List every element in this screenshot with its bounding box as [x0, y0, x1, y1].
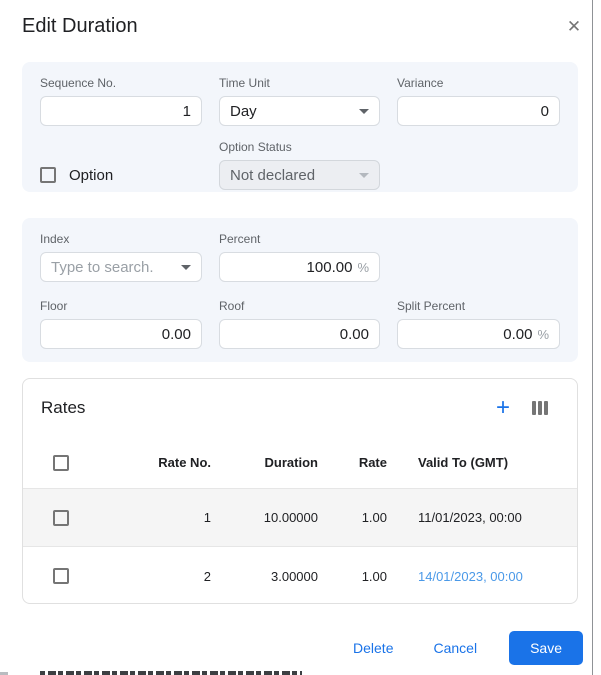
valid-to-cell: 11/01/2023, 00:00: [418, 510, 522, 525]
close-icon[interactable]: ✕: [563, 16, 585, 38]
index-label: Index: [40, 232, 70, 246]
index-search-select[interactable]: Type to search.: [40, 252, 202, 282]
variance-value: 0: [540, 102, 549, 120]
split-percent-suffix: %: [537, 326, 549, 342]
valid-to-link[interactable]: 14/01/2023, 00:00: [387, 569, 559, 584]
option-field-group: Option: [40, 160, 202, 190]
time-unit-label: Time Unit: [219, 76, 270, 90]
sequence-no-input[interactable]: 1: [40, 96, 202, 126]
sequence-no-value: 1: [182, 102, 191, 120]
time-unit-field-group: Time Unit Day: [219, 76, 380, 126]
row-checkbox[interactable]: [53, 509, 69, 526]
chevron-down-icon: [359, 108, 369, 114]
rate-cell: 1.00: [361, 568, 387, 584]
floor-label: Floor: [40, 299, 68, 313]
rate-no-cell: 2: [203, 568, 211, 584]
split-percent-field-group: Split Percent 0.00 %: [397, 299, 560, 349]
rate-cell: 1.00: [361, 510, 387, 525]
rates-title: Rates: [41, 398, 86, 417]
edit-duration-dialog: Edit Duration ✕ Sequence No. 1 Time Unit…: [0, 0, 601, 675]
percent-field-group: Percent 100.00 %: [219, 232, 380, 282]
floor-field-group: Floor 0.00: [40, 299, 202, 349]
option-checkbox[interactable]: [40, 167, 56, 183]
rates-table-header: Rate No. Duration Rate Valid To (GMT): [23, 437, 577, 489]
cancel-button[interactable]: Cancel: [425, 634, 485, 662]
percent-input[interactable]: 100.00 %: [219, 252, 380, 282]
percent-label: Percent: [219, 232, 261, 246]
split-percent-input[interactable]: 0.00 %: [397, 319, 560, 349]
option-label: Option: [69, 166, 114, 184]
col-valid-to: Valid To (GMT): [418, 455, 509, 470]
time-unit-select[interactable]: Day: [219, 96, 380, 126]
duration-cell: 3.00000: [271, 568, 318, 584]
general-section: Sequence No. 1 Time Unit Day Variance 0: [22, 62, 578, 192]
columns-icon[interactable]: [532, 401, 548, 415]
time-unit-value: Day: [230, 102, 257, 120]
roof-value: 0.00: [339, 325, 369, 343]
index-placeholder: Type to search.: [51, 258, 154, 276]
chevron-down-icon: [359, 172, 369, 178]
floor-input[interactable]: 0.00: [40, 319, 202, 349]
roof-field-group: Roof 0.00: [219, 299, 380, 349]
roof-input[interactable]: 0.00: [219, 319, 380, 349]
sequence-no-field-group: Sequence No. 1: [40, 76, 202, 126]
option-status-label: Option Status: [219, 140, 292, 154]
table-row: 2 3.00000 1.00 14/01/2023, 00:00: [23, 547, 577, 603]
index-field-group: Index Type to search.: [40, 232, 202, 282]
percent-value: 100.00: [306, 258, 353, 276]
chevron-down-icon: [181, 264, 191, 270]
background-page-strip: [593, 0, 601, 675]
col-duration: Duration: [264, 455, 318, 470]
option-status-value: Not declared: [230, 166, 316, 184]
select-all-checkbox[interactable]: [53, 454, 69, 471]
add-rate-icon[interactable]: +: [496, 396, 510, 420]
delete-button[interactable]: Delete: [345, 634, 401, 662]
option-status-field-group: Option Status Not declared: [219, 140, 380, 190]
save-button[interactable]: Save: [509, 631, 583, 665]
dialog-footer: Delete Cancel Save: [22, 630, 583, 666]
split-percent-label: Split Percent: [397, 299, 466, 313]
percent-suffix: %: [357, 259, 369, 275]
duration-cell: 10.00000: [263, 510, 318, 525]
variance-label: Variance: [397, 76, 444, 90]
rate-no-cell: 1: [203, 510, 211, 525]
split-percent-value: 0.00: [503, 325, 533, 343]
floor-value: 0.00: [161, 325, 191, 343]
row-checkbox[interactable]: [53, 568, 69, 584]
index-section: Index Type to search. Percent 100.00 % F…: [22, 218, 578, 362]
dialog-title: Edit Duration: [22, 15, 138, 37]
variance-field-group: Variance 0: [397, 76, 560, 126]
background-page-text: [40, 671, 302, 675]
rates-card: Rates + Rate No. Duration Rate Valid To …: [22, 378, 578, 604]
variance-input[interactable]: 0: [397, 96, 560, 126]
col-rate: Rate: [358, 455, 387, 470]
option-status-select: Not declared: [219, 160, 380, 190]
col-rate-no: Rate No.: [158, 455, 211, 470]
table-row: 1 10.00000 1.00 11/01/2023, 00:00: [23, 489, 577, 547]
roof-label: Roof: [219, 299, 245, 313]
sequence-no-label: Sequence No.: [40, 76, 117, 90]
